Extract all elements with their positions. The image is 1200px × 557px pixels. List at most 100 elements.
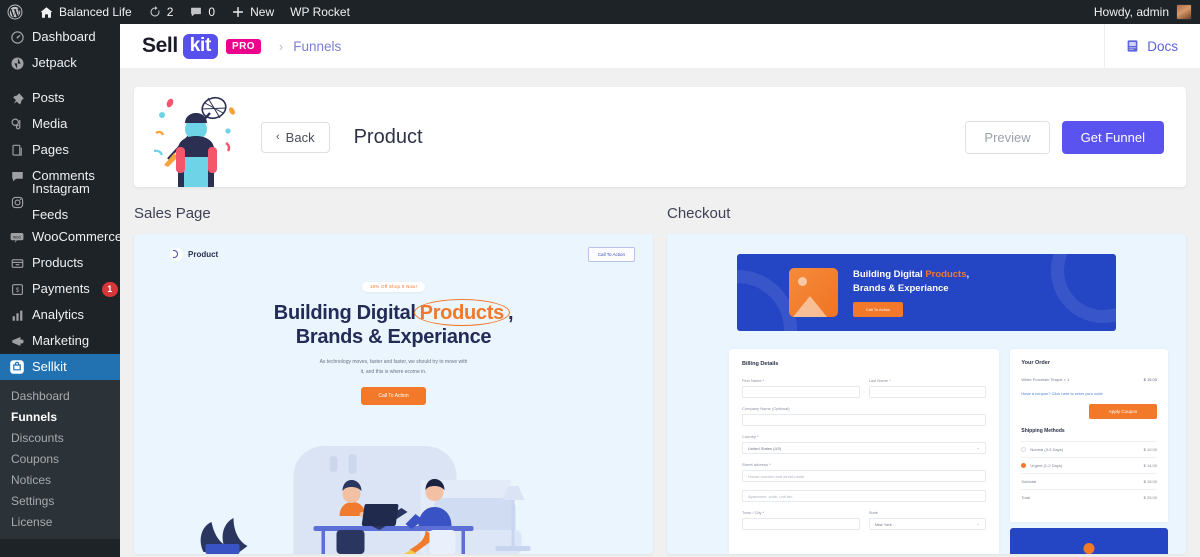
get-funnel-button[interactable]: Get Funnel (1061, 120, 1164, 154)
sidebar-item-instagram-feeds[interactable]: Instagram Feeds (0, 181, 120, 222)
main-area: Sell kit PRO › Funnels Docs ‹ Back Produ… (120, 24, 1200, 557)
apply-coupon-button[interactable]: Apply Coupon (1089, 404, 1157, 419)
sidebar-item-analytics[interactable]: Analytics (0, 302, 120, 328)
plus-icon (233, 7, 244, 17)
site-name-label: Balanced Life (59, 5, 132, 19)
wp-rocket-menu[interactable]: WP Rocket (282, 0, 358, 24)
sp-navbar: Product Call To Action (134, 234, 653, 262)
comments-menu[interactable]: 0 (181, 0, 223, 24)
sidebar-label: Analytics (32, 307, 85, 322)
sp-offer-badge: 15% Off Shop It Now! (361, 281, 426, 292)
docs-link[interactable]: Docs (1104, 24, 1200, 69)
street-label: Street address * (742, 462, 771, 467)
wp-admin-bar: Balanced Life 2 0 New WP Rocket Howdy, a… (0, 0, 1200, 24)
sidebar-item-payments[interactable]: $ Payments 1 (0, 276, 120, 302)
wp-logo-menu[interactable] (0, 0, 31, 24)
account-menu[interactable]: Howdy, admin (1094, 4, 1200, 20)
sp-nav-cta-button: Call To Action (587, 247, 635, 262)
sidebar-item-dashboard[interactable]: Dashboard (0, 24, 120, 50)
country-label: Country * (742, 434, 759, 439)
funnel-header-card: ‹ Back Product Preview Get Funnel (134, 87, 1186, 187)
new-content-menu[interactable]: New (223, 0, 282, 24)
submenu-item-settings[interactable]: Settings (0, 490, 120, 511)
sidebar-item-media[interactable]: Media (0, 111, 120, 137)
country-select[interactable]: United States (US) ⌄ (742, 442, 987, 454)
preview-row: Sales Page Product Call To Action 15% Of… (134, 205, 1186, 554)
your-order-panel: Your Order White Porcelain Teapot × 1 $ … (1010, 349, 1168, 522)
pin-icon (9, 90, 25, 106)
breadcrumb[interactable]: Funnels (293, 39, 341, 54)
sidebar-label: Posts (32, 90, 65, 105)
order-item-label: White Porcelain Teapot × 1 (1021, 377, 1070, 382)
submenu-item-notices[interactable]: Notices (0, 469, 120, 490)
shipping-methods-title: Shipping Methods (1021, 428, 1065, 434)
first-name-input[interactable] (742, 386, 860, 398)
admin-sidebar: Dashboard Jetpack Posts Media Pages Comm… (0, 24, 122, 557)
page-content: ‹ Back Product Preview Get Funnel Sales … (120, 69, 1200, 554)
sp-logo-mark-icon (170, 248, 183, 261)
checkout-preview[interactable]: Building Digital Products, Brands & Expe… (667, 234, 1186, 554)
submenu-item-dashboard[interactable]: Dashboard (0, 385, 120, 406)
state-value: New York (874, 521, 892, 527)
state-field: State New York ⌄ (868, 510, 987, 530)
submenu-item-discounts[interactable]: Discounts (0, 427, 120, 448)
shipping-option-row[interactable]: Urgent (1-2 Days) $ 14.00 (1021, 457, 1157, 473)
sidebar-separator (0, 76, 120, 85)
billing-title: Billing Details (742, 361, 779, 367)
sidebar-item-jetpack[interactable]: Jetpack (0, 50, 120, 76)
ck-headline-line2: Brands & Experiance (853, 282, 949, 294)
sidebar-item-woocommerce[interactable]: woo WooCommerce (0, 224, 122, 250)
town-input[interactable] (742, 518, 860, 530)
updates-menu[interactable]: 2 (140, 0, 182, 24)
submenu-item-funnels[interactable]: Funnels (0, 406, 120, 427)
header-actions: Preview Get Funnel (965, 120, 1164, 154)
updates-icon (150, 6, 160, 17)
submenu-item-license[interactable]: License (0, 511, 120, 532)
sellkit-logo[interactable]: Sell kit PRO (142, 33, 261, 59)
town-field: Town / City * (742, 510, 860, 530)
sidebar-item-products[interactable]: Products (0, 250, 120, 276)
shipping-option-row[interactable]: Normal (3-5 Days) $ 10.00 (1021, 441, 1157, 457)
back-button[interactable]: ‹ Back (261, 121, 330, 153)
coupon-link[interactable]: Have a coupon? Click here to enter your … (1021, 391, 1157, 397)
sidebar-item-marketing[interactable]: Marketing (0, 328, 120, 354)
bar-chart-icon (9, 307, 25, 323)
sp-headline-highlight: Products (416, 302, 508, 324)
street-input[interactable]: House number and street name (742, 470, 987, 482)
radio-selected-icon (1021, 463, 1027, 468)
sales-page-preview[interactable]: Product Call To Action 15% Off Shop It N… (134, 234, 653, 554)
name-row: First Name * Last Name * (742, 378, 987, 406)
last-name-label: Last Name * (868, 378, 891, 383)
subtotal-amount: $ 15.00 (1143, 479, 1157, 484)
svg-text:woo: woo (13, 234, 22, 239)
state-select[interactable]: New York ⌄ (868, 518, 987, 530)
site-name-menu[interactable]: Balanced Life (31, 0, 140, 24)
submenu-item-coupons[interactable]: Coupons (0, 448, 120, 469)
checkout-column: Checkout Building Digital Products, Bran… (667, 205, 1186, 554)
sp-headline: Building Digital Products, Brands & Exper… (134, 301, 653, 350)
sidebar-item-sellkit[interactable]: Sellkit (0, 354, 120, 380)
ck-headline-comma: , (966, 268, 970, 280)
street2-input[interactable]: Apartment, suite, unit etc. (742, 490, 987, 502)
media-icon (9, 116, 25, 132)
sidebar-label: Instagram Feeds (32, 181, 90, 222)
sp-cta-button: Call To Action (361, 386, 426, 405)
billing-details-panel: Billing Details First Name * Last Name * (729, 349, 1000, 554)
total-row: Total $ 29.00 (1021, 489, 1157, 505)
preview-button[interactable]: Preview (965, 120, 1050, 154)
ck-banner-text: Building Digital Products, Brands & Expe… (853, 268, 969, 318)
wordpress-logo-icon (7, 4, 23, 20)
last-name-input[interactable] (868, 386, 987, 398)
payments-icon: $ (9, 281, 25, 297)
company-input[interactable] (742, 414, 987, 426)
howdy-label: Howdy, admin (1093, 5, 1169, 19)
ck-headline-highlight: Products (925, 268, 967, 280)
sidebar-item-pages[interactable]: Pages (0, 137, 120, 163)
place-order-panel[interactable] (1010, 528, 1168, 554)
sidebar-item-posts[interactable]: Posts (0, 85, 120, 111)
sellkit-topbar: Sell kit PRO › Funnels Docs (120, 24, 1200, 69)
subtotal-row: Subtotal $ 15.00 (1021, 473, 1157, 489)
chevron-left-icon: ‹ (276, 131, 280, 143)
state-label: State (868, 510, 879, 515)
checkout-label: Checkout (667, 205, 731, 222)
